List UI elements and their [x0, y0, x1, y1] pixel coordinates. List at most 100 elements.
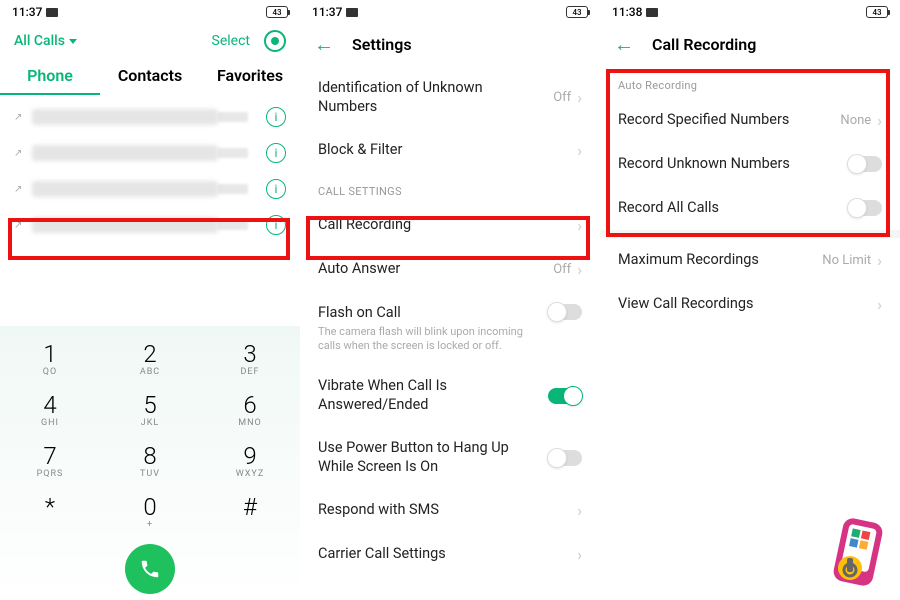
- dial-key-#[interactable]: #: [200, 489, 300, 540]
- caller-name-redacted: [32, 217, 218, 233]
- tab-contacts[interactable]: Contacts: [100, 66, 200, 95]
- call-log-item[interactable]: ↗ i: [0, 171, 300, 207]
- dial-key-0[interactable]: 0+: [100, 489, 200, 540]
- dial-key-7[interactable]: 7PQRS: [0, 438, 100, 489]
- status-bar: 11:37 43: [0, 0, 300, 22]
- toggle-vibrate[interactable]: [548, 388, 582, 404]
- select-button[interactable]: Select: [212, 33, 250, 49]
- row-record-all[interactable]: Record All Calls: [600, 186, 900, 230]
- row-label: Auto Answer: [318, 260, 553, 279]
- row-record-unknown[interactable]: Record Unknown Numbers: [600, 142, 900, 186]
- info-icon[interactable]: i: [266, 107, 286, 127]
- call-log-item[interactable]: ↗ i: [0, 135, 300, 171]
- outgoing-icon: ↗: [14, 112, 26, 123]
- status-time: 11:38: [612, 5, 642, 19]
- info-icon[interactable]: i: [266, 143, 286, 163]
- row-value: No Limit: [822, 253, 871, 268]
- row-label: Respond with SMS: [318, 501, 577, 520]
- row-vibrate[interactable]: Vibrate When Call Is Answered/Ended: [300, 365, 600, 427]
- tab-favorites[interactable]: Favorites: [200, 66, 300, 95]
- back-arrow-icon[interactable]: ←: [614, 32, 634, 57]
- call-meta-redacted: [218, 220, 248, 230]
- row-power-hangup[interactable]: Use Power Button to Hang Up While Screen…: [300, 427, 600, 489]
- caller-name-redacted: [32, 109, 218, 125]
- dial-key-1[interactable]: 1QO: [0, 336, 100, 387]
- row-record-specified[interactable]: Record Specified Numbers None ›: [600, 98, 900, 142]
- chevron-right-icon: ›: [877, 251, 882, 270]
- tab-phone[interactable]: Phone: [0, 66, 100, 95]
- row-call-recording[interactable]: Call Recording ›: [300, 204, 600, 248]
- row-description: The camera flash will blink upon incomin…: [318, 325, 548, 354]
- settings-screen: 11:37 43 ← Settings Identification of Un…: [300, 0, 600, 600]
- dial-key-*[interactable]: *: [0, 489, 100, 540]
- caller-name-redacted: [32, 181, 218, 197]
- row-value: Off: [553, 90, 571, 105]
- watermark-logo: [822, 512, 892, 592]
- call-meta-redacted: [218, 112, 248, 122]
- row-label: View Call Recordings: [618, 295, 877, 314]
- call-button[interactable]: [125, 544, 175, 594]
- battery-icon: 43: [266, 6, 288, 18]
- chevron-right-icon: ›: [577, 88, 582, 107]
- phone-icon: [139, 558, 161, 580]
- chevron-right-icon: ›: [577, 501, 582, 520]
- toggle-flash[interactable]: [548, 304, 582, 320]
- toggle-record-all[interactable]: [848, 200, 882, 216]
- row-label: Use Power Button to Hang Up While Screen…: [318, 439, 548, 477]
- row-carrier-settings[interactable]: Carrier Call Settings ›: [300, 533, 600, 577]
- row-label: Block & Filter: [318, 141, 577, 160]
- target-icon[interactable]: [264, 30, 286, 52]
- toggle-record-unknown[interactable]: [848, 156, 882, 172]
- row-label: Flash on Call: [318, 304, 548, 323]
- back-arrow-icon[interactable]: ←: [314, 32, 334, 57]
- dial-key-5[interactable]: 5JKL: [100, 387, 200, 438]
- section-gap: [600, 230, 900, 238]
- row-identification-unknown[interactable]: Identification of Unknown Numbers Off ›: [300, 67, 600, 129]
- page-title: Call Recording: [652, 35, 756, 54]
- dial-key-6[interactable]: 6MNO: [200, 387, 300, 438]
- call-recording-screen: 11:38 43 ← Call Recording Auto Recording…: [600, 0, 900, 600]
- page-title: Settings: [352, 35, 412, 54]
- dial-key-4[interactable]: 4GHI: [0, 387, 100, 438]
- row-block-filter[interactable]: Block & Filter ›: [300, 129, 600, 173]
- status-bar: 11:37 43: [300, 0, 600, 22]
- video-icon: [46, 8, 58, 17]
- row-view-recordings[interactable]: View Call Recordings ›: [600, 282, 900, 326]
- call-log-item[interactable]: ↗ i: [0, 99, 300, 135]
- all-calls-filter[interactable]: All Calls: [14, 33, 77, 49]
- call-meta-redacted: [218, 184, 248, 194]
- call-log-item[interactable]: ↗ i: [0, 207, 300, 243]
- video-icon: [646, 8, 658, 17]
- row-label: Call Recording: [318, 216, 577, 235]
- video-icon: [346, 8, 358, 17]
- status-bar: 11:38 43: [600, 0, 900, 22]
- chevron-down-icon: [69, 39, 77, 44]
- row-value: None: [840, 113, 871, 128]
- dial-key-3[interactable]: 3DEF: [200, 336, 300, 387]
- row-label: Vibrate When Call Is Answered/Ended: [318, 377, 548, 415]
- call-log-list: ↗ i ↗ i ↗ i ↗ i: [0, 95, 300, 247]
- section-header: CALL SETTINGS: [300, 173, 600, 204]
- row-value: Off: [553, 262, 571, 277]
- dialpad: 1QO2ABC3DEF 4GHI5JKL6MNO 7PQRS8TUV9WXYZ *0+…: [0, 326, 300, 600]
- phone-app-screen: 11:37 43 All Calls Select Phone Contacts…: [0, 0, 300, 600]
- row-label: Identification of Unknown Numbers: [318, 79, 553, 117]
- chevron-right-icon: ›: [877, 111, 882, 130]
- dial-key-9[interactable]: 9WXYZ: [200, 438, 300, 489]
- info-icon[interactable]: i: [266, 179, 286, 199]
- info-icon[interactable]: i: [266, 215, 286, 235]
- toggle-power[interactable]: [548, 450, 582, 466]
- chevron-right-icon: ›: [877, 295, 882, 314]
- row-auto-answer[interactable]: Auto Answer Off ›: [300, 248, 600, 292]
- row-label: Maximum Recordings: [618, 251, 822, 270]
- chevron-right-icon: ›: [577, 216, 582, 235]
- row-flash-on-call[interactable]: Flash on Call The camera flash will blin…: [300, 292, 600, 365]
- outgoing-icon: ↗: [14, 184, 26, 195]
- tabs: Phone Contacts Favorites: [0, 56, 300, 95]
- battery-icon: 43: [566, 6, 588, 18]
- row-max-recordings[interactable]: Maximum Recordings No Limit ›: [600, 238, 900, 282]
- dial-key-2[interactable]: 2ABC: [100, 336, 200, 387]
- row-respond-sms[interactable]: Respond with SMS ›: [300, 489, 600, 533]
- row-label: Record Unknown Numbers: [618, 155, 848, 174]
- dial-key-8[interactable]: 8TUV: [100, 438, 200, 489]
